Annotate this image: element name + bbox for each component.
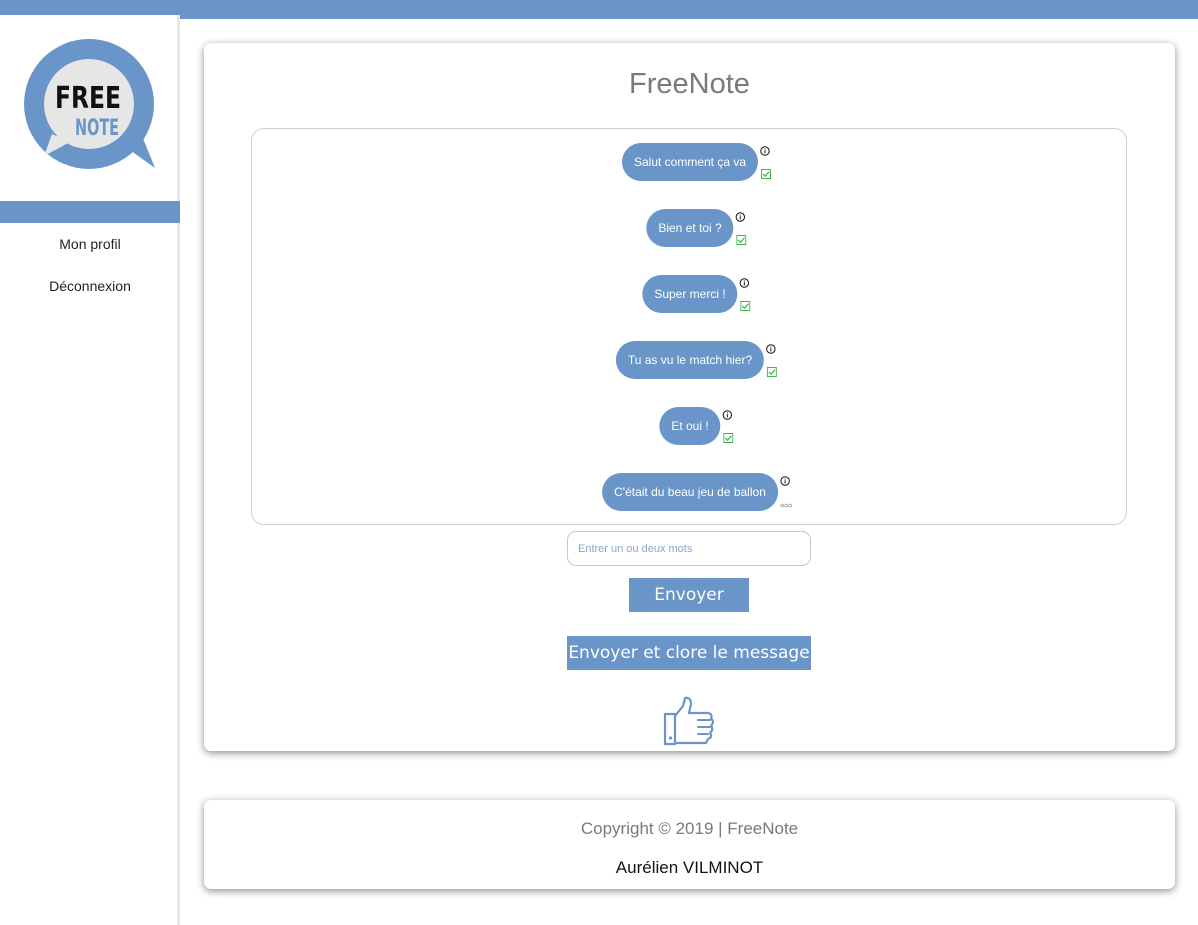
message-input[interactable] bbox=[567, 531, 811, 566]
footer: Copyright © 2019 | FreeNote Aurélien VIL… bbox=[204, 800, 1175, 889]
message-bubble[interactable]: Et oui ! bbox=[659, 407, 721, 445]
info-icon[interactable] bbox=[739, 278, 750, 288]
message-row: Tu as vu le match hier? bbox=[252, 341, 1128, 381]
sidebar-band bbox=[0, 201, 180, 223]
pending-icon bbox=[780, 503, 792, 508]
message-bubble[interactable]: Salut comment ça va bbox=[621, 143, 759, 181]
thumbs-up-icon[interactable] bbox=[662, 695, 716, 747]
logo-line2: NOTE bbox=[75, 116, 119, 141]
message-bubble[interactable]: C'était du beau jeu de ballon bbox=[602, 473, 778, 511]
check-icon bbox=[740, 301, 751, 311]
chat-card: FreeNote Salut comment ça va Bien et toi… bbox=[204, 43, 1175, 751]
sidebar-top-band bbox=[0, 0, 180, 15]
message-row: Bien et toi ? bbox=[252, 209, 1128, 249]
send-button[interactable]: Envoyer bbox=[629, 578, 749, 612]
freenote-logo[interactable]: FREE NOTE bbox=[22, 38, 158, 174]
sidebar: FREE NOTE Mon profil Déconnexion bbox=[0, 0, 180, 925]
check-icon bbox=[736, 235, 747, 245]
chat-box: Salut comment ça va Bien et toi ? Super … bbox=[251, 128, 1127, 525]
info-icon[interactable] bbox=[766, 344, 776, 354]
message-row: Et oui ! bbox=[252, 407, 1128, 447]
message-bubble[interactable]: Super merci ! bbox=[642, 275, 738, 313]
page-title: FreeNote bbox=[629, 68, 750, 100]
message-bubble[interactable]: Bien et toi ? bbox=[646, 209, 734, 247]
message-row: C'était du beau jeu de ballon bbox=[252, 473, 1128, 513]
info-icon[interactable] bbox=[722, 410, 733, 420]
message-row: Salut comment ça va bbox=[252, 143, 1128, 183]
info-icon[interactable] bbox=[780, 476, 790, 486]
top-bar bbox=[180, 0, 1198, 19]
send-and-close-button[interactable]: Envoyer et clore le message bbox=[567, 636, 811, 670]
message-row: Super merci ! bbox=[252, 275, 1128, 315]
info-icon[interactable] bbox=[735, 212, 746, 222]
sidebar-item-logout[interactable]: Déconnexion bbox=[0, 278, 180, 294]
sidebar-item-profile[interactable]: Mon profil bbox=[0, 236, 180, 252]
check-icon bbox=[767, 367, 778, 377]
footer-copyright: Copyright © 2019 | FreeNote bbox=[580, 819, 799, 838]
check-icon bbox=[761, 169, 772, 179]
logo-line1: FREE bbox=[55, 81, 121, 116]
message-bubble[interactable]: Tu as vu le match hier? bbox=[615, 341, 765, 379]
footer-author: Aurélien VILMINOT bbox=[615, 858, 764, 877]
check-icon bbox=[723, 433, 734, 443]
info-icon[interactable] bbox=[760, 146, 770, 156]
